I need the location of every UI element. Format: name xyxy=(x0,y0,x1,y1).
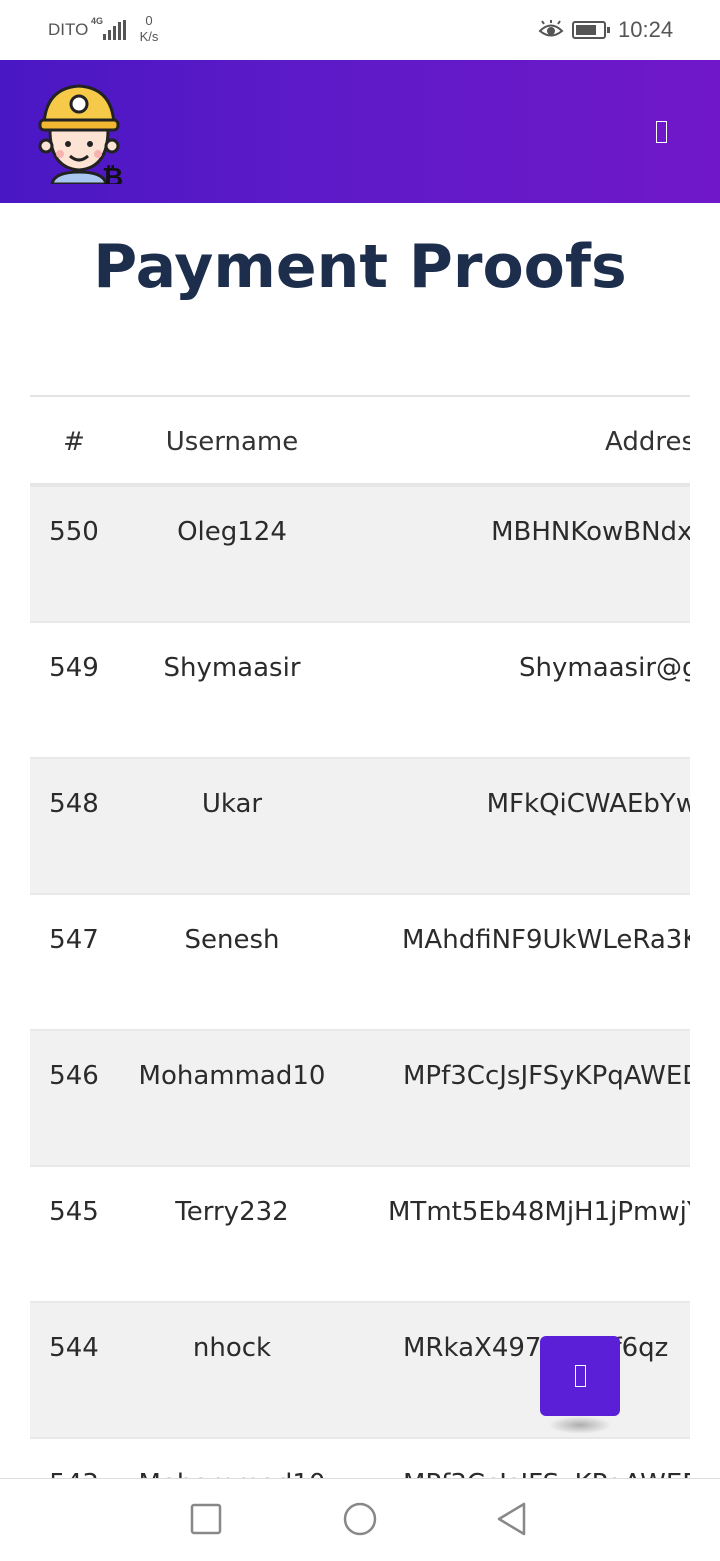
cell-address: Shymaasir@gı xyxy=(519,653,690,683)
cell-number: 550 xyxy=(49,517,99,547)
cell-username: Ukar xyxy=(201,789,263,819)
scroll-top-button[interactable] xyxy=(540,1336,620,1416)
clock: 10:24 xyxy=(618,17,674,42)
cell-number: 548 xyxy=(49,789,99,819)
cell-address: MAhdfiNF9UkWLeRa3Ks xyxy=(402,925,690,955)
cell-address: MTmt5Eb48MjH1jPmwjY xyxy=(388,1197,690,1227)
header-number: # xyxy=(63,427,85,457)
cell-username: Oleg124 xyxy=(177,517,287,547)
cell-number: 549 xyxy=(49,653,99,683)
cell-address: MPf3CcJsJFSyKPqAWED xyxy=(403,1061,690,1091)
cell-username: Shymaasir xyxy=(163,653,301,683)
header-username: Username xyxy=(165,427,299,457)
cell-number: 544 xyxy=(49,1333,99,1363)
site-header: ₿ xyxy=(0,60,720,203)
svg-text:₿: ₿ xyxy=(102,163,122,184)
speed-value: 0 xyxy=(145,13,153,28)
system-nav-bar xyxy=(0,1478,720,1561)
table-row: 543 Mohammad10 MPf3CcJsJFSyKPqAWED xyxy=(30,1439,690,1480)
cell-username: Senesh xyxy=(184,925,280,955)
fab-shadow xyxy=(548,1416,612,1434)
cell-address: MFkQiCWAEbYwSypyHhu xyxy=(486,789,690,819)
table-row: 549 Shymaasir Shymaasir@gı xyxy=(30,623,690,759)
table-row: 545 Terry232 MTmt5Eb48MjH1jPmwjY xyxy=(30,1167,690,1303)
square-icon[interactable] xyxy=(188,1501,224,1537)
table-row: 548 Ukar MFkQiCWAEbYwSypyHhu xyxy=(30,759,690,895)
battery-icon xyxy=(572,21,610,39)
table-body: 550 Oleg124 MBHNKowBNdxYkvsDD8 549 Shyma… xyxy=(30,487,690,1480)
table-row: 546 Mohammad10 MPf3CcJsJFSyKPqAWED xyxy=(30,1031,690,1167)
network-speed: 0 K/s xyxy=(136,13,162,45)
cell-username: Mohammad10 xyxy=(138,1061,326,1091)
speed-unit: K/s xyxy=(139,29,159,44)
signal-icon xyxy=(101,20,127,40)
table-row: 547 Senesh MAhdfiNF9UkWLeRa3Ks xyxy=(30,895,690,1031)
cell-number: 546 xyxy=(49,1061,99,1091)
table-row: 550 Oleg124 MBHNKowBNdxYkvsDD8 xyxy=(30,487,690,623)
menu-icon[interactable] xyxy=(648,116,674,148)
status-bar: DITO 4G 0 K/s 10:24 xyxy=(0,0,720,60)
payment-proofs-table[interactable]: # Username Addres 550 Oleg124 MBHNKowBNd… xyxy=(30,395,690,1480)
cell-number: 545 xyxy=(49,1197,99,1227)
triangle-back-icon[interactable] xyxy=(494,1501,530,1537)
cell-address: MBHNKowBNdxYkvsDD8 xyxy=(491,517,690,547)
cell-number: 547 xyxy=(49,925,99,955)
table-header: # Username Addres xyxy=(30,395,690,487)
eye-comfort-icon xyxy=(538,20,564,37)
carrier-label: DITO xyxy=(48,20,89,39)
miner-with-bitcoin-logo[interactable]: ₿ xyxy=(36,80,122,184)
cell-address: MRkaX497r 4rf6qz xyxy=(403,1333,669,1363)
header-address: Addres xyxy=(605,427,690,457)
page-title: Payment Proofs xyxy=(93,232,627,302)
cell-username: nhock xyxy=(192,1333,272,1363)
scroll-top-icon xyxy=(574,1364,586,1387)
cell-username: Terry232 xyxy=(175,1197,289,1227)
circle-icon[interactable] xyxy=(342,1501,378,1537)
